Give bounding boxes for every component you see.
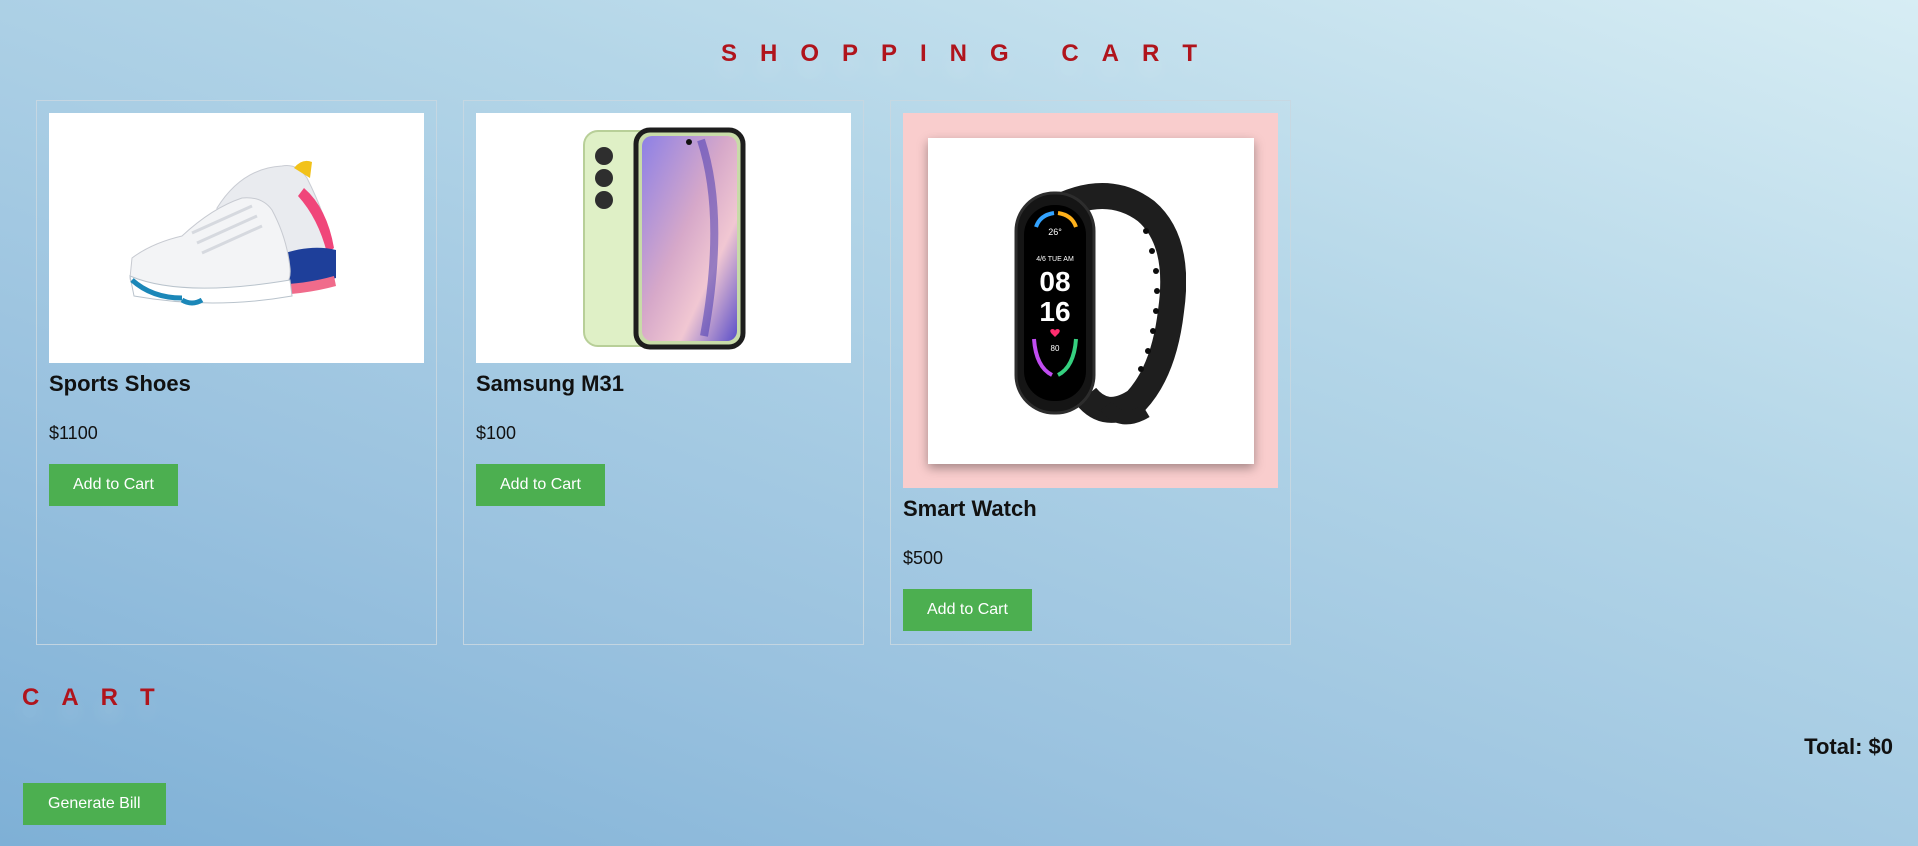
- product-image-samsung-m31: [476, 113, 851, 363]
- product-price: $1100: [49, 423, 98, 443]
- product-price: $500: [903, 548, 944, 568]
- add-to-cart-button[interactable]: Add to Cart: [49, 464, 178, 506]
- product-list: Sports Shoes $1100 Add to Cart Samsung M…: [36, 100, 1291, 645]
- product-card-sports-shoes: Sports Shoes $1100 Add to Cart: [36, 100, 437, 645]
- product-image-smart-watch: 26° 4/6 TUE AM 08 16 80: [903, 113, 1278, 488]
- watch-date: 4/6 TUE AM: [1036, 256, 1074, 263]
- smartphone-icon: [583, 127, 746, 349]
- product-name: Sports Shoes: [49, 371, 191, 396]
- product-card-samsung-m31: Samsung M31 $100 Add to Cart: [463, 100, 864, 645]
- watch-temp: 26°: [1048, 227, 1062, 237]
- cart-total: Total: $0: [1804, 734, 1893, 759]
- product-card-smart-watch: 26° 4/6 TUE AM 08 16 80 Smart Watch $500…: [890, 100, 1291, 645]
- cart-title: CART: [22, 684, 177, 711]
- watch-heart: 80: [1050, 344, 1059, 353]
- generate-bill-button[interactable]: Generate Bill: [23, 783, 166, 825]
- watch-minute: 16: [1039, 296, 1070, 327]
- watch-hour: 08: [1039, 266, 1070, 297]
- page-title: SHOPPING CART: [720, 40, 1220, 67]
- product-name: Smart Watch: [903, 496, 1037, 521]
- smart-band-icon: 26° 4/6 TUE AM 08 16 80: [1014, 182, 1186, 424]
- sneaker-icon: [128, 160, 336, 306]
- product-name: Samsung M31: [476, 371, 624, 396]
- product-image-sports-shoes: [49, 113, 424, 363]
- product-price: $100: [476, 423, 517, 443]
- add-to-cart-button[interactable]: Add to Cart: [476, 464, 605, 506]
- product-image-frame: 26° 4/6 TUE AM 08 16 80: [927, 137, 1254, 464]
- add-to-cart-button[interactable]: Add to Cart: [903, 589, 1032, 631]
